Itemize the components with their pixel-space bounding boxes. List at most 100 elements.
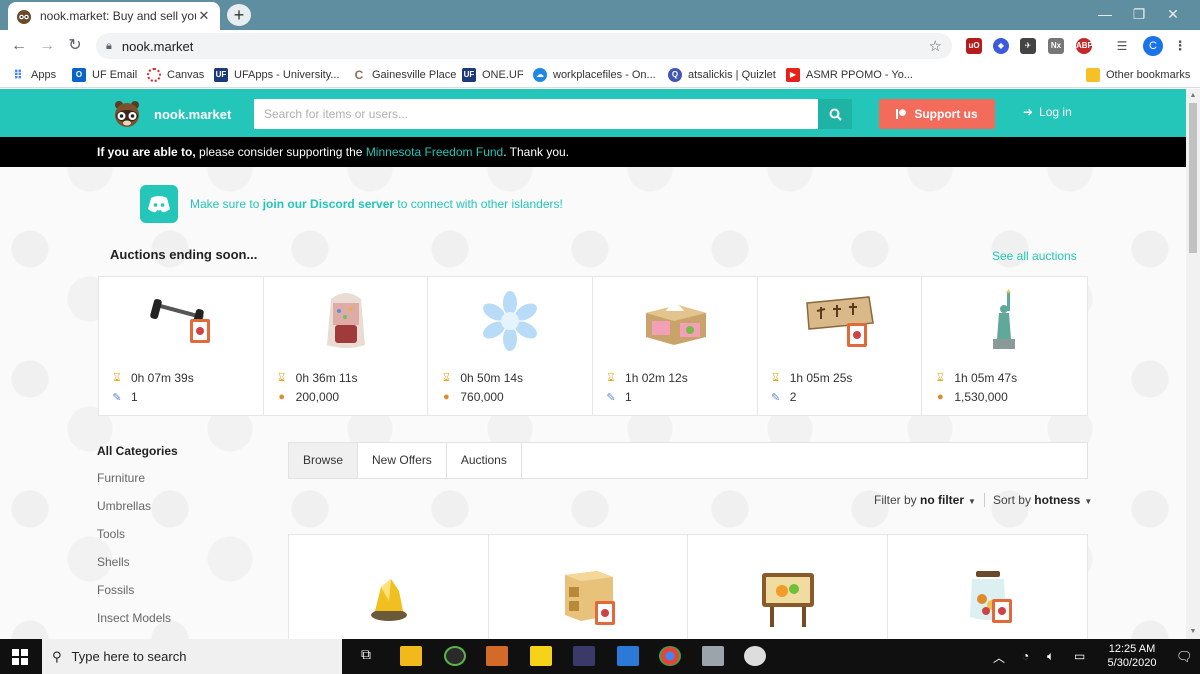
nx-extension-icon[interactable]: Nx — [1048, 38, 1064, 54]
sort-dropdown[interactable]: Sort by hotness ▼ — [993, 493, 1092, 507]
task-view-icon[interactable]: ⧉ — [355, 646, 377, 666]
auction-time-row: ⌛︎ 0h 07m 39s — [111, 371, 194, 385]
oneuf-icon: UF — [462, 68, 476, 82]
ticket-icon: ✎ — [606, 391, 616, 404]
minnesota-freedom-fund-link[interactable]: Minnesota Freedom Fund — [366, 145, 503, 159]
tab-browse[interactable]: Browse — [289, 443, 359, 478]
filter-dropdown[interactable]: Filter by no filter ▼ — [874, 493, 976, 507]
forward-arrow-icon[interactable]: → — [36, 35, 58, 57]
chrome-taskbar-icon[interactable] — [659, 646, 681, 666]
window-close-button[interactable]: ✕ — [1150, 0, 1196, 30]
auction-card[interactable]: ⌛︎ 0h 07m 39s ✎ 1 — [99, 277, 264, 415]
notifications-icon[interactable]: 🗨︎ — [1176, 649, 1193, 665]
page-scrollbar[interactable]: ▲ ▼ — [1186, 89, 1200, 639]
bookmark-apps[interactable]: ⠿ Apps — [11, 67, 56, 83]
tab-close-icon[interactable]: ✕ — [196, 8, 212, 24]
abp-extension-icon[interactable]: ABP — [1076, 38, 1093, 54]
tray-chevron-up-icon[interactable]: ︿ — [993, 649, 1005, 666]
other-bookmarks[interactable]: Other bookmarks — [1086, 67, 1190, 83]
chrome-menu-icon[interactable]: ⋮ — [1172, 38, 1188, 54]
category-fossils[interactable]: Fossils — [97, 583, 178, 597]
support-us-button[interactable]: Support us — [879, 99, 995, 129]
windows-start-icon[interactable] — [12, 649, 28, 665]
auction-time-row: ⌛︎ 0h 36m 11s — [276, 371, 357, 385]
site-brand[interactable]: nook.market — [112, 99, 231, 129]
item-card[interactable] — [489, 535, 688, 639]
item-card[interactable] — [888, 535, 1088, 639]
address-url[interactable]: nook.market — [122, 39, 929, 54]
item-card[interactable] — [688, 535, 888, 639]
category-insect-models[interactable]: Insect Models — [97, 611, 178, 625]
notice-text-end: . Thank you. — [503, 145, 570, 159]
photos-app-icon[interactable] — [744, 646, 766, 666]
auction-card[interactable]: ⌛︎ 0h 36m 11s ● 200,000 — [264, 277, 429, 415]
bookmark-quizlet[interactable]: Q atsalickis | Quizlet — [668, 67, 776, 83]
backpack-item-image — [326, 293, 365, 348]
wifi-icon[interactable]: ◔ — [1022, 649, 1029, 663]
new-tab-button[interactable]: + — [227, 4, 251, 26]
app-icon-green[interactable] — [444, 646, 466, 666]
bookmark-gainesville-place[interactable]: C Gainesville Place — [352, 67, 457, 83]
bookmark-workplacefiles[interactable]: ☁ workplacefiles - On... — [533, 67, 656, 83]
tab-auctions[interactable]: Auctions — [447, 443, 522, 478]
reading-list-icon[interactable]: ☰ — [1114, 38, 1130, 54]
extension-cap-icon[interactable]: ◆ — [993, 38, 1009, 54]
all-categories-heading[interactable]: All Categories — [97, 444, 178, 458]
scroll-up-icon[interactable]: ▲ — [1186, 89, 1200, 103]
lock-icon: 🔒︎ — [106, 39, 112, 52]
bookmark-uf-email[interactable]: O UF Email — [72, 67, 137, 83]
hourglass-icon: ⌛︎ — [607, 371, 615, 384]
ufapps-icon: UF — [214, 68, 228, 82]
outlook-icon: O — [72, 68, 86, 82]
category-furniture[interactable]: Furniture — [97, 471, 178, 485]
auction-value-row: ● 760,000 — [440, 390, 504, 404]
search-button[interactable] — [818, 99, 852, 129]
category-shells[interactable]: Shells — [97, 555, 178, 569]
auction-card[interactable]: ⌛︎ 0h 50m 14s ● 760,000 — [428, 277, 594, 415]
bookmark-ufapps[interactable]: UF UFApps - University... — [214, 67, 340, 83]
tab-new-offers[interactable]: New Offers — [358, 443, 447, 478]
search-input[interactable] — [254, 99, 818, 129]
quizlet-icon: Q — [668, 68, 682, 82]
barbell-item-image — [150, 298, 210, 343]
reload-icon[interactable]: ↻ — [64, 35, 86, 57]
page-viewport: nook.market Support us ➜ Log in If you a… — [0, 89, 1186, 639]
back-arrow-icon[interactable]: ← — [8, 35, 30, 57]
bookmarks-bar: ⠿ Apps O UF Email Canvas UF UFApps - Uni… — [0, 62, 1200, 88]
profile-avatar[interactable]: C — [1143, 36, 1163, 56]
bookmark-star-icon[interactable]: ☆ — [929, 37, 942, 55]
media-player-icon[interactable] — [486, 646, 508, 666]
auction-card[interactable]: ⌛︎ 1h 05m 25s ✎ 2 — [758, 277, 923, 415]
join-discord-link[interactable]: join our Discord server — [263, 197, 394, 211]
file-explorer-icon[interactable] — [400, 646, 422, 666]
see-all-auctions-link[interactable]: See all auctions — [992, 249, 1077, 263]
category-umbrellas[interactable]: Umbrellas — [97, 499, 178, 513]
app-icon-purple[interactable] — [573, 646, 595, 666]
app-icon-gray[interactable] — [702, 646, 724, 666]
item-card[interactable] — [289, 535, 489, 639]
fruit-signboard-item-image — [762, 573, 814, 627]
ublock-extension-icon[interactable]: uO — [966, 38, 982, 54]
auction-card[interactable]: ⌛︎ 1h 02m 12s ✎ 1 — [593, 277, 758, 415]
bookmark-asmr-ppomo[interactable]: ▶ ASMR PPOMO - Yo... — [786, 67, 913, 83]
bookmark-one-uf[interactable]: UF ONE.UF — [462, 67, 524, 83]
sticky-notes-icon[interactable] — [530, 646, 552, 666]
scroll-down-icon[interactable]: ▼ — [1186, 625, 1200, 639]
wooden-sign-item-image — [805, 296, 874, 347]
address-bar[interactable]: 🔒︎ nook.market ☆ — [96, 33, 952, 59]
extension-plane-icon[interactable]: ✈ — [1020, 38, 1036, 54]
auction-time-row: ⌛︎ 0h 50m 14s — [440, 371, 523, 385]
browser-tab-active[interactable]: nook.market: Buy and sell your fa ✕ — [8, 2, 220, 30]
taskbar-clock[interactable]: 12:25 AM 5/30/2020 — [1102, 642, 1162, 670]
phone-app-icon[interactable] — [617, 646, 639, 666]
category-tools[interactable]: Tools — [97, 527, 178, 541]
bookmark-canvas[interactable]: Canvas — [147, 67, 204, 83]
auction-card[interactable]: ⌛︎ 1h 05m 47s ● 1,530,000 — [922, 277, 1087, 415]
auction-value-row: ✎ 1 — [112, 390, 138, 404]
ticket-icon: ✎ — [112, 391, 122, 404]
taskbar-search-box[interactable]: ⚲ Type here to search — [42, 639, 342, 674]
scrollbar-thumb[interactable] — [1189, 103, 1197, 253]
volume-icon[interactable]: 🔈︎ — [1047, 649, 1054, 664]
battery-icon[interactable]: ▭ — [1074, 649, 1085, 663]
log-in-link[interactable]: ➜ Log in — [1023, 105, 1072, 119]
